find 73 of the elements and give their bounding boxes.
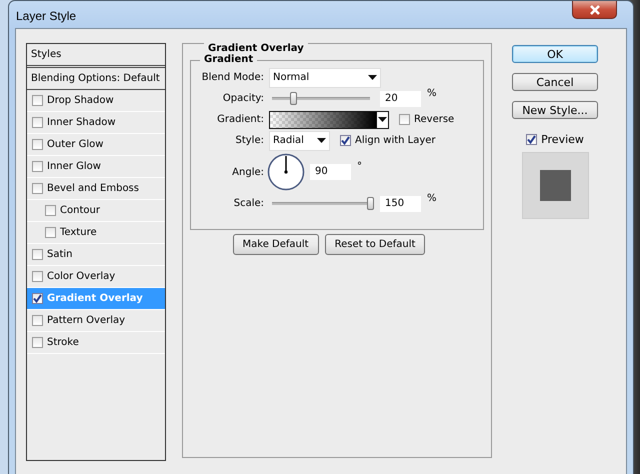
checkbox[interactable] xyxy=(32,161,43,172)
window-title: Layer Style xyxy=(16,9,76,23)
dialog-button[interactable]: Cancel xyxy=(512,73,598,91)
item-label: Satin xyxy=(47,249,73,260)
caret-icon xyxy=(317,138,326,143)
checkbox[interactable] xyxy=(399,114,410,125)
style-dropdown[interactable]: Radial xyxy=(269,130,330,150)
item-label: Texture xyxy=(60,227,97,238)
list-header: Styles xyxy=(27,44,165,68)
list-item[interactable]: Drop Shadow xyxy=(27,90,165,112)
list-item[interactable]: Inner Glow xyxy=(27,156,165,178)
list-item[interactable]: Texture xyxy=(27,222,165,244)
unit-label: ° xyxy=(357,160,362,172)
checkbox[interactable] xyxy=(340,135,351,146)
checkbox-label: Preview xyxy=(541,133,584,146)
number-field[interactable]: 150 xyxy=(380,196,421,212)
section-title: Gradient Overlay xyxy=(204,43,308,55)
angle-dial[interactable] xyxy=(267,153,305,191)
checkbox[interactable] xyxy=(45,227,56,238)
close-button[interactable] xyxy=(572,1,617,19)
checkbox[interactable] xyxy=(32,249,43,260)
list-item[interactable]: Bevel and Emboss xyxy=(27,178,165,200)
dialog-button[interactable]: New Style... xyxy=(512,101,598,119)
item-label: Inner Shadow xyxy=(47,117,116,128)
list-item[interactable]: Satin xyxy=(27,244,165,266)
checkbox[interactable] xyxy=(32,315,43,326)
blend-mode-dropdown[interactable]: Normal xyxy=(269,68,381,88)
checkbox[interactable] xyxy=(32,117,43,128)
gradient-picker[interactable] xyxy=(269,110,389,128)
item-label: Contour xyxy=(60,205,100,216)
unit-label: % xyxy=(427,193,437,204)
caret-icon xyxy=(378,117,387,122)
field-label: Blend Mode: xyxy=(200,72,264,83)
list-item[interactable]: Contour xyxy=(27,200,165,222)
item-label: Bevel and Emboss xyxy=(47,183,139,194)
checkbox[interactable] xyxy=(32,337,43,348)
checkbox[interactable] xyxy=(32,139,43,150)
dialog-button[interactable]: OK xyxy=(512,45,598,63)
list-item[interactable]: Stroke xyxy=(27,332,165,354)
caret-icon xyxy=(368,75,377,80)
checkbox[interactable] xyxy=(32,183,43,194)
list-item[interactable]: Inner Shadow xyxy=(27,112,165,134)
list-item[interactable]: Outer Glow xyxy=(27,134,165,156)
checkbox-label: Reverse xyxy=(414,114,454,125)
field-label: Style: xyxy=(234,135,264,146)
checkbox[interactable] xyxy=(526,134,538,145)
item-label: Color Overlay xyxy=(47,271,116,282)
dialog-button[interactable]: Make Default xyxy=(232,234,319,255)
item-label: Gradient Overlay xyxy=(47,293,143,304)
field-label: Opacity: xyxy=(222,93,264,104)
number-field[interactable]: 90 xyxy=(310,164,351,180)
slider-thumb[interactable] xyxy=(367,197,374,210)
number-field[interactable]: 20 xyxy=(380,90,421,106)
item-label: Inner Glow xyxy=(47,161,101,172)
field-label: Angle: xyxy=(231,166,264,178)
close-icon xyxy=(588,4,602,14)
preview-square xyxy=(540,170,570,201)
checkbox[interactable] xyxy=(45,205,56,216)
item-label: Outer Glow xyxy=(47,139,104,150)
item-label: Stroke xyxy=(47,337,79,348)
checkbox[interactable] xyxy=(32,95,43,106)
checkbox-label: Align with Layer xyxy=(355,135,436,146)
field-label: Gradient: xyxy=(216,114,264,125)
dialog-button[interactable]: Reset to Default xyxy=(324,234,426,255)
field-label: Scale: xyxy=(232,198,264,209)
checkbox[interactable] xyxy=(32,271,43,282)
list-item[interactable]: Pattern Overlay xyxy=(27,310,165,332)
unit-label: % xyxy=(427,88,437,99)
checkbox[interactable] xyxy=(32,293,43,304)
item-label: Drop Shadow xyxy=(47,95,114,106)
list-item[interactable]: Blending Options: Default xyxy=(27,68,165,90)
slider-thumb[interactable] xyxy=(290,92,298,105)
item-label: Pattern Overlay xyxy=(47,315,126,326)
